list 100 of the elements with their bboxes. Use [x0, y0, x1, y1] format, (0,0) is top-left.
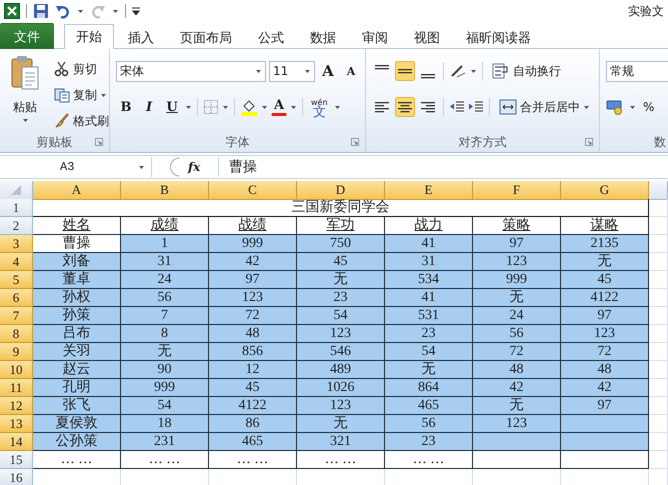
column-header[interactable]: G — [561, 181, 649, 200]
caret-icon[interactable] — [112, 8, 119, 14]
table-cell: 489 — [297, 361, 385, 379]
caret-icon[interactable] — [255, 68, 262, 74]
cut-button[interactable]: 剪切 — [50, 59, 113, 79]
font-color-button[interactable]: A — [271, 98, 287, 116]
table-cell: 孔明 — [33, 379, 121, 397]
row-header[interactable]: 2 — [0, 217, 33, 235]
merge-center-button[interactable]: 合并后居中 — [495, 97, 594, 117]
formula-field[interactable]: 曹操 — [218, 157, 668, 177]
caret-icon[interactable] — [185, 104, 192, 110]
row-header[interactable]: 4 — [0, 253, 33, 271]
column-header[interactable]: B — [121, 181, 209, 200]
grow-font-button[interactable]: A — [318, 61, 338, 81]
table-cell: 7 — [121, 307, 209, 325]
row-header[interactable]: 16 — [0, 469, 33, 485]
caret-icon[interactable] — [583, 104, 590, 110]
ribbon-tab[interactable]: 页面布局 — [168, 25, 244, 49]
caret-icon[interactable] — [222, 104, 229, 110]
caret-icon[interactable] — [77, 8, 84, 14]
dialog-launcher-icon[interactable] — [585, 138, 593, 146]
row-header[interactable]: 5 — [0, 271, 33, 289]
caret-icon[interactable] — [138, 164, 145, 170]
table-cell: 无 — [473, 397, 561, 415]
table-cell: 31 — [121, 253, 209, 271]
row-header[interactable]: 12 — [0, 397, 33, 415]
ribbon-tab[interactable]: 公式 — [246, 25, 296, 49]
underline-button[interactable]: U — [162, 97, 182, 117]
column-header[interactable]: F — [473, 181, 561, 200]
row-header[interactable]: 14 — [0, 433, 33, 451]
insert-function-button[interactable]: fx — [188, 160, 208, 174]
table-cell: 无 — [297, 415, 385, 433]
number-format-dropdown[interactable]: 常规 — [606, 60, 668, 82]
ribbon-tab[interactable]: 数据 — [298, 25, 348, 49]
borders-icon[interactable] — [203, 99, 219, 115]
format-painter-button[interactable]: 格式刷 — [50, 111, 113, 131]
table-cell: 42 — [561, 379, 649, 397]
ribbon-tab[interactable]: 审阅 — [350, 25, 400, 49]
caret-icon[interactable] — [261, 104, 268, 110]
align-center-icon[interactable] — [395, 97, 415, 117]
caret-icon[interactable] — [100, 92, 107, 98]
copy-button[interactable]: 复制 — [50, 85, 113, 105]
table-cell: 97 — [561, 397, 649, 415]
row-header[interactable]: 6 — [0, 289, 33, 307]
table-cell: 999 — [121, 379, 209, 397]
caret-icon[interactable] — [290, 104, 297, 110]
row-header[interactable]: 9 — [0, 343, 33, 361]
ribbon-tab[interactable]: 开始 — [64, 24, 114, 49]
paintbrush-icon — [54, 113, 70, 129]
font-name-dropdown[interactable]: 宋体 — [116, 60, 266, 82]
table-cell: 864 — [385, 379, 473, 397]
italic-button[interactable]: I — [139, 97, 159, 117]
row-header[interactable]: 3 — [0, 235, 33, 253]
table-cell: 231 — [121, 433, 209, 451]
table-cell: 999 — [209, 235, 297, 253]
undo-icon[interactable] — [55, 3, 71, 19]
column-header[interactable]: D — [297, 181, 385, 200]
table-cell: 123 — [473, 415, 561, 433]
shrink-font-button[interactable]: A — [341, 61, 361, 81]
caret-icon[interactable] — [470, 68, 477, 74]
table-cell: 1026 — [297, 379, 385, 397]
caret-icon[interactable] — [629, 104, 636, 110]
bold-button[interactable]: B — [116, 97, 136, 117]
empty-cell — [649, 451, 668, 469]
dialog-launcher-icon[interactable] — [351, 138, 359, 146]
group-label: 剪贴板 — [36, 134, 72, 150]
row-header[interactable]: 8 — [0, 325, 33, 343]
row-header[interactable]: 13 — [0, 415, 33, 433]
ribbon-tab[interactable]: 福昕阅读器 — [454, 25, 543, 49]
column-header[interactable]: C — [209, 181, 297, 200]
row-header[interactable]: 7 — [0, 307, 33, 325]
column-header[interactable]: A — [33, 181, 121, 200]
ribbon-tab[interactable]: 插入 — [116, 25, 166, 49]
table-cell: 8 — [121, 325, 209, 343]
caret-icon[interactable] — [334, 104, 341, 110]
save-icon[interactable] — [33, 3, 49, 19]
table-cell: 45 — [561, 271, 649, 289]
name-box[interactable]: A3 — [0, 157, 152, 177]
text-orientation-icon[interactable] — [449, 63, 467, 79]
column-header[interactable]: E — [385, 181, 473, 200]
dialog-launcher-icon[interactable] — [95, 138, 103, 146]
caret-icon[interactable] — [22, 118, 28, 123]
table-cell: 90 — [121, 361, 209, 379]
align-middle-icon[interactable] — [395, 61, 415, 81]
table-cell: 97 — [561, 307, 649, 325]
percent-button[interactable]: % — [639, 97, 658, 117]
paste-button[interactable]: 粘贴 — [6, 53, 44, 132]
caret-icon[interactable] — [304, 68, 311, 74]
row-header[interactable]: 1 — [0, 199, 33, 217]
file-menu-tab[interactable]: 文件 — [0, 23, 54, 49]
ribbon-tab[interactable]: 视图 — [402, 25, 452, 49]
row-header[interactable]: 10 — [0, 361, 33, 379]
fill-bucket-icon[interactable] — [240, 98, 258, 116]
customize-toolbar-icon[interactable] — [132, 7, 140, 15]
font-size-dropdown[interactable]: 11 — [269, 60, 315, 82]
group-label: 字体 — [226, 134, 250, 150]
row-header[interactable]: 11 — [0, 379, 33, 397]
row-header[interactable]: 15 — [0, 451, 33, 469]
wrap-text-button[interactable]: 自动换行 — [488, 61, 565, 81]
phonetic-guide-button[interactable]: wén 文 — [308, 97, 331, 117]
